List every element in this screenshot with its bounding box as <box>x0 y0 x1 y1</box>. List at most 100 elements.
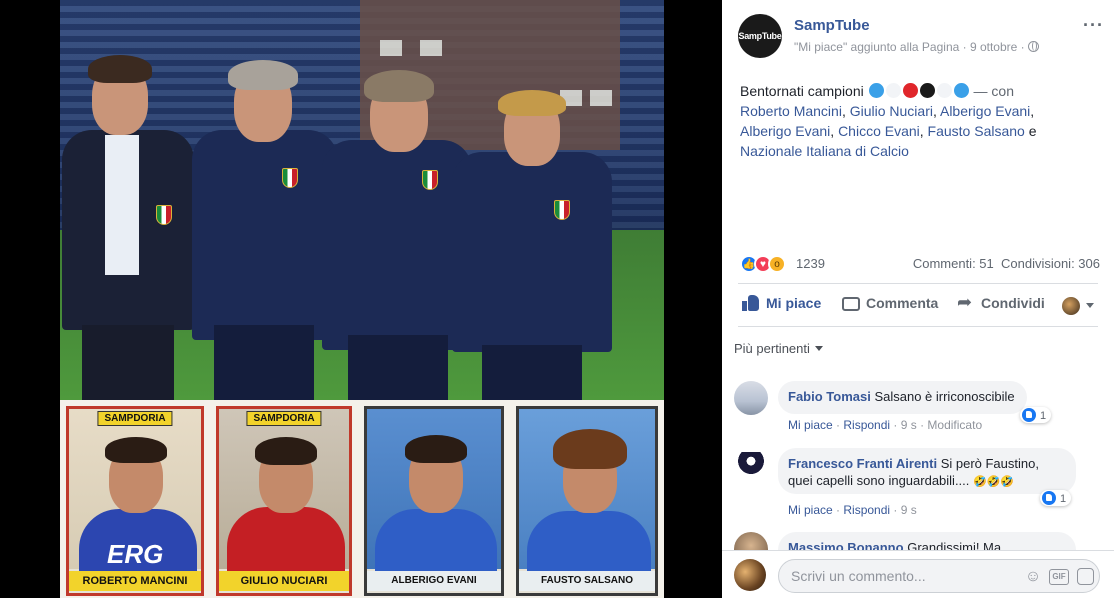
comment-time[interactable]: 9 s <box>901 503 917 517</box>
person-tracksuit-1 <box>192 60 342 400</box>
reaction-count[interactable]: 1239 <box>796 256 825 271</box>
share-arrow-icon <box>957 292 975 313</box>
comment-author[interactable]: Francesco Franti Airenti <box>788 456 937 471</box>
tag-separator: , <box>932 103 940 119</box>
reaction-icons[interactable]: 👍 ♥ o <box>740 255 794 273</box>
emoji-icon[interactable]: ☺ <box>1024 568 1042 586</box>
page-avatar[interactable]: SampTube <box>738 14 782 58</box>
comment-bubble: Fabio Tomasi Salsano è irriconoscibile <box>778 381 1027 414</box>
comment-text: Grandissimi! Ma <box>907 540 1002 550</box>
sticker-card: ALBERIGO EVANI <box>364 406 504 596</box>
gif-icon[interactable]: GIF <box>1049 569 1069 585</box>
comment-emojis: 🤣🤣🤣 <box>973 476 1015 488</box>
sort-label: Più pertinenti <box>734 341 810 356</box>
tag-separator: e <box>1024 123 1037 139</box>
tag-link[interactable]: Alberigo Evani <box>740 123 830 139</box>
tag-link[interactable]: Fausto Salsano <box>928 123 1025 139</box>
viewer-avatar[interactable] <box>1062 297 1080 315</box>
chevron-down-icon[interactable] <box>1086 303 1094 308</box>
tag-link[interactable]: Giulio Nuciari <box>850 103 933 119</box>
shares-count[interactable]: Condivisioni: 306 <box>1001 256 1100 271</box>
like-label: Mi piace <box>766 295 822 311</box>
comment-reply-link[interactable]: Rispondi <box>843 418 890 432</box>
comments-count[interactable]: Commenti: 51 <box>913 256 994 271</box>
reactions-row: 👍 ♥ o 1239 Commenti: 51 Condivisioni: 30… <box>740 254 1100 274</box>
comment-composer: Scrivi un commento... ☺ GIF <box>722 550 1114 598</box>
post-meta-text[interactable]: "Mi piace" aggiunto alla Pagina · 9 otto… <box>794 40 1025 54</box>
post-panel: SampTube SampTube "Mi piace" aggiunto al… <box>722 0 1114 598</box>
emoji-red-circle <box>902 83 918 98</box>
tag-link[interactable]: Nazionale Italiana di Calcio <box>740 143 909 159</box>
comment-edited[interactable]: Modificato <box>927 418 982 432</box>
sticker-card: ERG SAMPDORIA ROBERTO MANCINI <box>66 406 204 596</box>
comment-author[interactable]: Fabio Tomasi <box>788 389 871 404</box>
comment-reaction-count: 1 <box>1040 410 1047 422</box>
comment-actions: Mi piace · Rispondi · 9 s · Modificato <box>788 418 983 432</box>
person-suit <box>60 55 200 400</box>
post-header: SampTube SampTube "Mi piace" aggiunto al… <box>738 14 1106 62</box>
comment-sort-dropdown[interactable]: Più pertinenti <box>734 341 823 356</box>
comment-text: Salsano è irriconoscibile <box>874 389 1015 404</box>
comment-bubble: Massimo Bonanno Grandissimi! Ma <box>778 532 1076 550</box>
comment-like-link[interactable]: Mi piace <box>788 418 833 432</box>
comment-reactions[interactable]: 1 <box>1020 407 1052 423</box>
photo-viewer: ERG SAMPDORIA ROBERTO MANCINI SAMPDORIA … <box>0 0 722 598</box>
like-button[interactable]: Mi piace <box>742 295 821 311</box>
tag-link[interactable]: Chicco Evani <box>838 123 920 139</box>
sticker-player-name: GIULIO NUCIARI <box>219 571 349 591</box>
share-label: Condividi <box>981 295 1045 311</box>
comment-text: quei capelli sono inguardabili.... <box>788 473 970 488</box>
commenter-avatar[interactable] <box>734 532 768 550</box>
comment-actions: Mi piace · Rispondi · 9 s <box>788 503 917 517</box>
like-reaction-icon <box>1022 408 1036 422</box>
sticker-card: SAMPDORIA GIULIO NUCIARI <box>216 406 352 596</box>
sticker-strip: ERG SAMPDORIA ROBERTO MANCINI SAMPDORIA … <box>60 400 664 598</box>
tag-separator: , <box>919 123 928 139</box>
comment-reply-link[interactable]: Rispondi <box>843 503 890 517</box>
comment-reactions[interactable]: 1 <box>1040 490 1072 506</box>
sticker-team: SAMPDORIA <box>246 411 322 426</box>
post-meta: "Mi piace" aggiunto alla Pagina · 9 otto… <box>794 40 1039 54</box>
emoji-white-circle <box>885 83 901 98</box>
emoji-white-circle <box>936 83 952 98</box>
more-options-icon[interactable]: ··· <box>1083 16 1104 34</box>
comment-reaction-count: 1 <box>1060 493 1067 505</box>
tag-separator: , <box>841 103 850 119</box>
chevron-down-icon <box>814 346 823 351</box>
post-photo[interactable]: ERG SAMPDORIA ROBERTO MANCINI SAMPDORIA … <box>60 0 664 598</box>
tag-link[interactable]: Alberigo Evani <box>940 103 1030 119</box>
comment-label: Commenta <box>866 295 939 311</box>
page-name[interactable]: SampTube <box>794 17 870 34</box>
sticker-player-name: FAUSTO SALSANO <box>519 571 655 591</box>
person-tracksuit-3 <box>452 90 612 400</box>
tag-link[interactable]: Roberto Mancini <box>740 103 842 119</box>
post-text: Bentornati campioni — con Roberto Mancin… <box>740 81 1092 161</box>
comment-time[interactable]: 9 s <box>901 418 917 432</box>
sticker-icon[interactable] <box>1077 568 1094 585</box>
share-button[interactable]: Condividi <box>957 292 1045 313</box>
emoji-blue-circle <box>953 83 969 98</box>
post-with: — con <box>973 83 1014 99</box>
comment-input-placeholder: Scrivi un commento... <box>791 568 926 584</box>
tag-separator: , <box>1030 103 1035 119</box>
like-reaction-icon <box>1042 491 1056 505</box>
emoji-black-circle <box>919 83 935 98</box>
share-stats: Commenti: 51 Condivisioni: 306 <box>913 256 1100 271</box>
comment-text: Si però Faustino, <box>940 456 1039 471</box>
globe-icon[interactable] <box>1027 41 1039 52</box>
thumbs-up-icon <box>742 295 760 311</box>
tag-separator: , <box>830 123 839 139</box>
commenter-avatar[interactable] <box>734 448 768 482</box>
comment-bubble-icon <box>842 297 860 311</box>
commenter-avatar[interactable] <box>734 381 768 415</box>
person-tracksuit-2 <box>322 70 472 400</box>
comment-like-link[interactable]: Mi piace <box>788 503 833 517</box>
sticker-player-name: ROBERTO MANCINI <box>69 571 201 591</box>
comment-author[interactable]: Massimo Bonanno <box>788 540 904 550</box>
wow-reaction-icon: o <box>768 255 786 273</box>
sticker-player-name: ALBERIGO EVANI <box>367 571 501 591</box>
comment-bubble: Francesco Franti Airenti Si però Faustin… <box>778 448 1076 494</box>
page-avatar-text: SampTube <box>738 31 782 41</box>
viewer-avatar[interactable] <box>734 559 766 591</box>
comment: Francesco Franti Airenti Si però Faustin… <box>734 448 1096 526</box>
